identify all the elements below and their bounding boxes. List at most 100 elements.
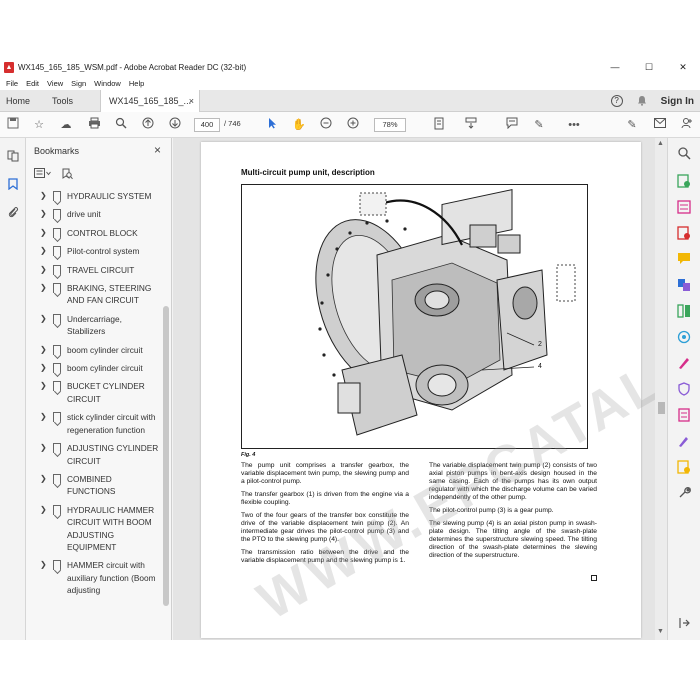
- hand-tool-icon[interactable]: ✋: [291, 117, 307, 133]
- more-tools-icon[interactable]: •••: [566, 117, 582, 133]
- zoom-in-icon[interactable]: [345, 117, 361, 133]
- bookmark-item[interactable]: ❯ BRAKING, STEERING AND FAN CIRCUIT: [26, 282, 162, 307]
- menu-view[interactable]: View: [47, 79, 63, 88]
- tab-home[interactable]: Home: [6, 90, 30, 112]
- send-for-review-icon[interactable]: [677, 460, 691, 474]
- zoom-level-select[interactable]: 78%: [374, 118, 406, 132]
- chevron-right-icon[interactable]: ❯: [40, 282, 50, 293]
- previous-page-icon[interactable]: [140, 117, 156, 133]
- page-fit-icon[interactable]: [431, 117, 447, 133]
- menu-window[interactable]: Window: [94, 79, 121, 88]
- close-window-button[interactable]: ✕: [666, 58, 700, 76]
- fill-and-sign-icon[interactable]: [677, 356, 691, 370]
- minimize-button[interactable]: —: [598, 58, 632, 76]
- highlight-pen-icon[interactable]: ✎: [531, 117, 547, 133]
- protect-shield-icon[interactable]: [677, 382, 691, 396]
- chevron-right-icon[interactable]: ❯: [40, 559, 50, 570]
- bookmark-options-icon[interactable]: [34, 168, 52, 183]
- document-scrollbar[interactable]: ▲ ▼: [655, 138, 667, 640]
- export-pdf-icon[interactable]: [677, 174, 691, 188]
- bookmark-item[interactable]: ❯ HAMMER circuit with auxiliary function …: [26, 559, 162, 596]
- bookmarks-scrollbar[interactable]: [163, 306, 169, 606]
- bookmark-item[interactable]: ❯ CONTROL BLOCK: [26, 227, 162, 239]
- combine-files-icon[interactable]: [677, 278, 691, 292]
- fill-sign-icon[interactable]: ✎: [624, 117, 640, 133]
- tab-document[interactable]: WX145_165_185_... ×: [100, 90, 200, 112]
- chevron-right-icon[interactable]: ❯: [40, 227, 50, 238]
- bookmark-star-icon[interactable]: ☆: [31, 117, 47, 133]
- text-column-left: The pump unit comprises a transfer gearb…: [241, 462, 409, 570]
- scroll-down-icon[interactable]: ▼: [657, 628, 664, 635]
- comment-tool-icon[interactable]: [677, 252, 691, 266]
- document-viewport[interactable]: Multi-circuit pump unit, description 2 4…: [173, 138, 667, 640]
- notification-bell-icon[interactable]: [637, 95, 647, 108]
- email-icon[interactable]: [652, 117, 668, 133]
- prepare-form-icon[interactable]: [677, 408, 691, 422]
- bookmark-item[interactable]: ❯ HYDRAULIC SYSTEM: [26, 190, 162, 202]
- chevron-right-icon[interactable]: ❯: [40, 442, 50, 453]
- bookmark-item[interactable]: ❯ TRAVEL CIRCUIT: [26, 264, 162, 276]
- bookmark-item[interactable]: ❯ BUCKET CYLINDER CIRCUIT: [26, 380, 162, 405]
- request-signature-icon[interactable]: [677, 434, 691, 448]
- bookmark-item[interactable]: ❯ stick cylinder circuit with regeneratio…: [26, 411, 162, 436]
- menu-help[interactable]: Help: [129, 79, 144, 88]
- menu-sign[interactable]: Sign: [71, 79, 86, 88]
- more-tools-wrench-icon[interactable]: [677, 486, 691, 500]
- tab-close-icon[interactable]: ×: [189, 90, 194, 112]
- save-icon[interactable]: [5, 117, 21, 133]
- bookmarks-panel-icon[interactable]: [5, 178, 21, 194]
- bookmark-icon: [53, 560, 61, 571]
- search-zoom-icon[interactable]: [113, 117, 129, 133]
- zoom-search-tool-icon[interactable]: [677, 146, 691, 160]
- bookmark-item[interactable]: ❯ boom cylinder circuit: [26, 362, 162, 374]
- bookmark-item[interactable]: ❯ Pilot-control system: [26, 245, 162, 257]
- bookmark-item[interactable]: ❯ HYDRAULIC HAMMER CIRCUIT WITH BOOM ADJU…: [26, 504, 162, 554]
- share-user-icon[interactable]: [679, 117, 695, 133]
- chevron-right-icon[interactable]: ❯: [40, 411, 50, 422]
- chevron-right-icon[interactable]: ❯: [40, 362, 50, 373]
- chevron-right-icon[interactable]: ❯: [40, 190, 50, 201]
- scroll-up-icon[interactable]: ▲: [657, 140, 664, 147]
- zoom-out-icon[interactable]: [318, 117, 334, 133]
- attachments-icon[interactable]: [5, 206, 21, 222]
- chevron-right-icon[interactable]: ❯: [40, 208, 50, 219]
- organize-pages-icon[interactable]: [677, 304, 691, 318]
- chevron-right-icon[interactable]: ❯: [40, 504, 50, 515]
- sign-in-link[interactable]: Sign In: [661, 96, 694, 107]
- print-icon[interactable]: [86, 117, 102, 133]
- select-cursor-icon[interactable]: [264, 117, 280, 133]
- menu-file[interactable]: File: [6, 79, 18, 88]
- page-thumbnails-icon[interactable]: [5, 150, 21, 166]
- comment-icon[interactable]: [504, 117, 520, 133]
- chevron-right-icon[interactable]: ❯: [40, 313, 50, 324]
- chevron-right-icon[interactable]: ❯: [40, 264, 50, 275]
- scan-ocr-icon[interactable]: [677, 330, 691, 344]
- bookmarks-close-icon[interactable]: ×: [154, 143, 161, 157]
- maximize-button[interactable]: ☐: [632, 58, 666, 76]
- find-bookmark-icon[interactable]: [62, 168, 73, 183]
- bookmark-icon: [53, 443, 61, 454]
- collapse-panel-icon[interactable]: [677, 616, 691, 630]
- bookmark-item[interactable]: ❯ boom cylinder circuit: [26, 344, 162, 356]
- scroll-mode-icon[interactable]: [463, 117, 479, 133]
- bookmark-label: CONTROL BLOCK: [67, 227, 138, 238]
- chevron-right-icon[interactable]: ❯: [40, 245, 50, 256]
- create-pdf-icon[interactable]: [677, 200, 691, 214]
- bookmark-item[interactable]: ❯ Undercarriage, Stabilizers: [26, 313, 162, 338]
- cloud-upload-icon[interactable]: ☁: [58, 117, 74, 133]
- scrollbar-thumb[interactable]: [658, 402, 665, 414]
- chevron-right-icon[interactable]: ❯: [40, 473, 50, 484]
- chevron-right-icon[interactable]: ❯: [40, 344, 50, 355]
- bookmark-item[interactable]: ❯ ADJUSTING CYLINDER CIRCUIT: [26, 442, 162, 467]
- bookmark-item[interactable]: ❯ drive unit: [26, 208, 162, 220]
- chevron-right-icon[interactable]: ❯: [40, 380, 50, 391]
- menu-edit[interactable]: Edit: [26, 79, 39, 88]
- tab-tools[interactable]: Tools: [52, 90, 73, 112]
- bookmark-item[interactable]: ❯ COMBINED FUNCTIONS: [26, 473, 162, 498]
- bookmark-icon: [53, 344, 61, 355]
- page-number-input[interactable]: 400: [194, 118, 220, 132]
- paragraph: The pilot-control pump (3) is a gear pum…: [429, 507, 554, 514]
- edit-pdf-icon[interactable]: [677, 226, 691, 240]
- help-icon[interactable]: ?: [610, 95, 623, 107]
- next-page-icon[interactable]: [167, 117, 183, 133]
